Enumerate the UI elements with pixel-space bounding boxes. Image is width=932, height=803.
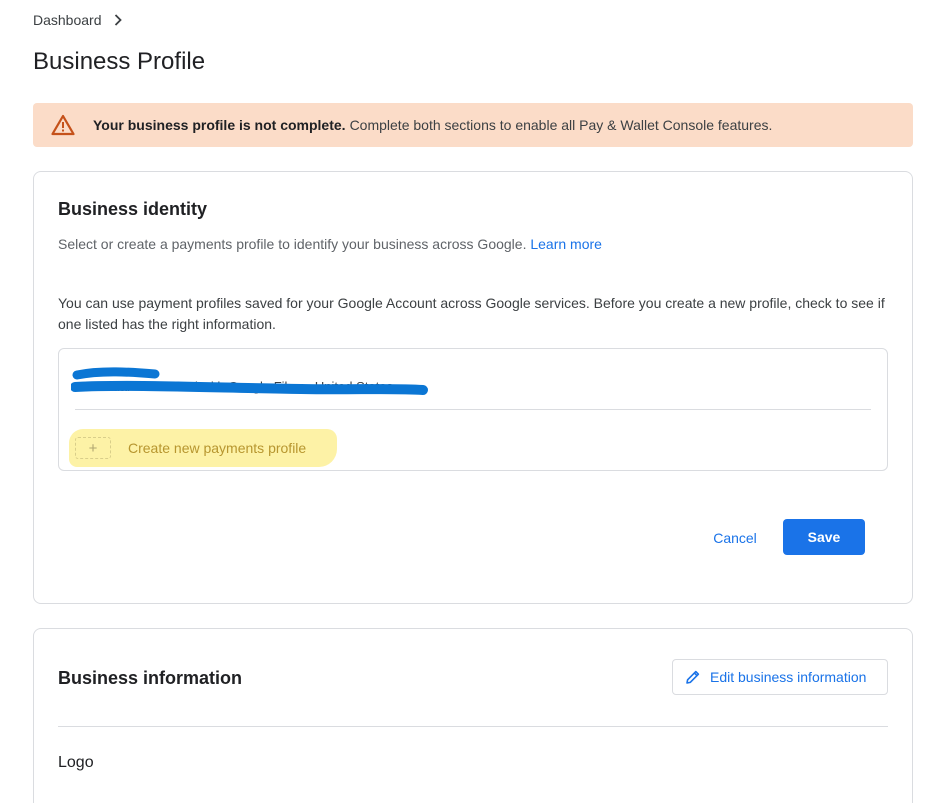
edit-business-information-button[interactable]: Edit business information	[672, 659, 888, 695]
create-new-payments-profile-button[interactable]: + Create new payments profile	[69, 429, 337, 467]
business-information-title: Business information	[58, 668, 243, 688]
subtitle-text: Select or create a payments profile to i…	[58, 236, 527, 252]
pencil-icon	[685, 669, 701, 685]
business-identity-card: Business identity Select or create a pay…	[33, 171, 913, 604]
payments-profile-list: Individual · Also used with Google Fiber…	[58, 348, 888, 471]
edit-business-information-label: Edit business information	[710, 669, 867, 685]
plus-icon: +	[75, 437, 111, 459]
learn-more-link[interactable]: Learn more	[530, 236, 602, 252]
business-identity-subtitle: Select or create a payments profile to i…	[58, 236, 602, 252]
chevron-right-icon	[114, 13, 124, 27]
redaction-scribble	[71, 367, 428, 395]
save-button[interactable]: Save	[783, 519, 865, 555]
business-information-card: Business information Edit business infor…	[33, 628, 913, 803]
business-information-divider	[58, 726, 888, 727]
logo-label: Logo	[58, 754, 94, 771]
page-title: Business Profile	[33, 48, 206, 75]
profile-list-divider	[75, 409, 871, 410]
business-identity-title: Business identity	[58, 199, 208, 219]
incomplete-profile-banner: Your business profile is not complete. C…	[33, 103, 913, 147]
breadcrumb-dashboard-link[interactable]: Dashboard	[33, 12, 102, 28]
banner-text: Complete both sections to enable all Pay…	[349, 117, 773, 133]
payment-profiles-description: You can use payment profiles saved for y…	[58, 295, 885, 332]
create-profile-label: Create new payments profile	[128, 440, 307, 456]
cancel-button[interactable]: Cancel	[698, 520, 772, 556]
banner-bold-text: Your business profile is not complete.	[93, 117, 346, 133]
breadcrumb: Dashboard	[33, 12, 124, 28]
warning-icon	[51, 114, 75, 136]
existing-payments-profile[interactable]: Individual · Also used with Google Fiber…	[71, 363, 455, 397]
